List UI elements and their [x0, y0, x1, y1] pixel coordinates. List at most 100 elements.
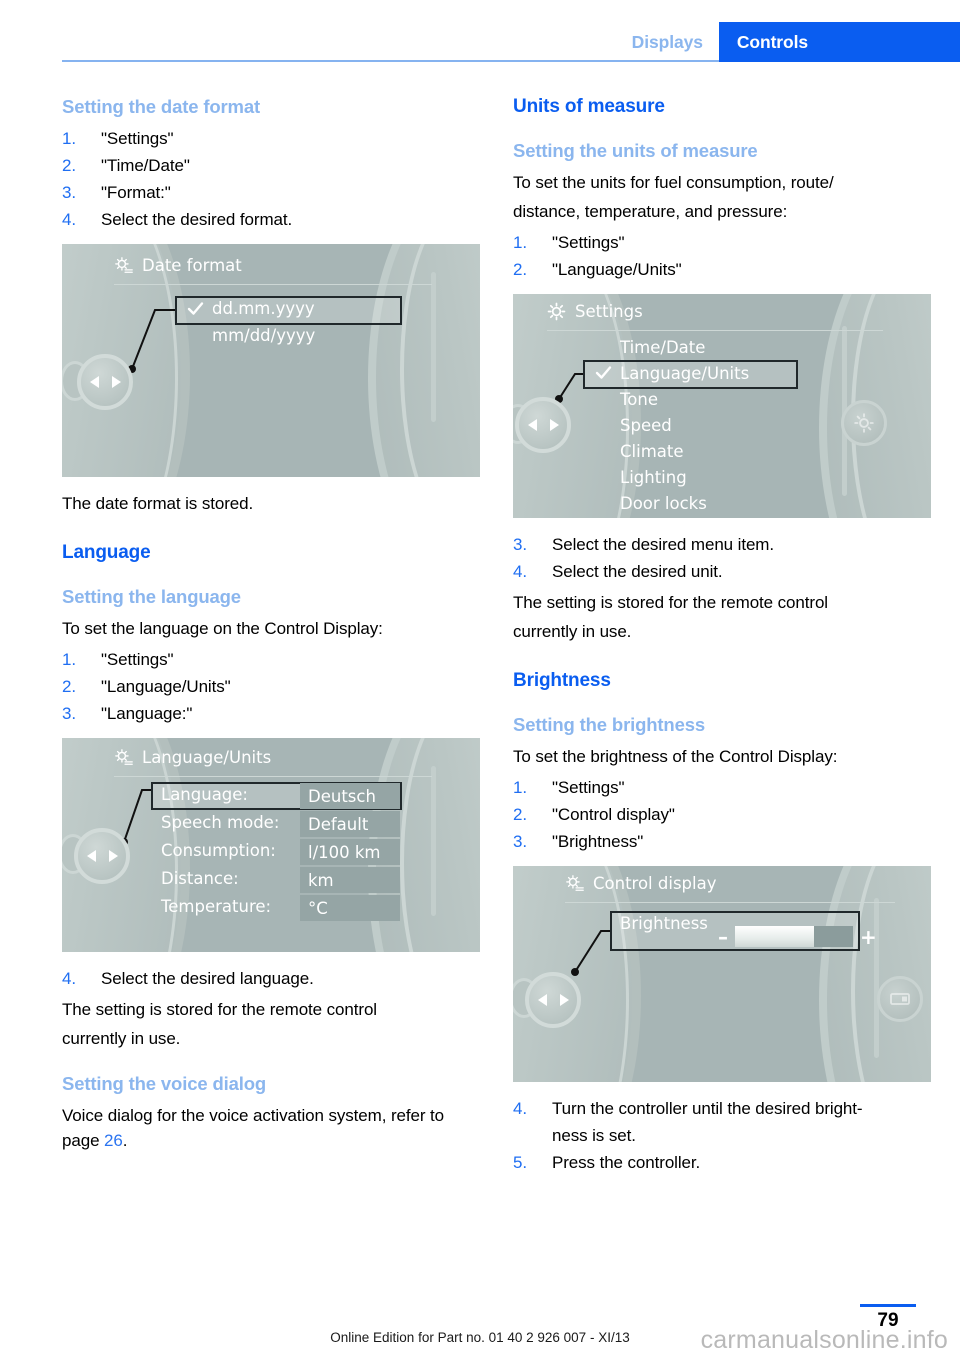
list-item: 2. "Language/Units" — [513, 257, 901, 282]
row-value-temperature[interactable]: °C — [300, 895, 400, 921]
step-number: 4. — [62, 210, 76, 229]
idrive-controller-knob[interactable] — [77, 354, 133, 410]
step-text: "Settings" — [101, 129, 174, 148]
steps-units-after: 3. Select the desired menu item. 4. Select… — [513, 532, 901, 584]
menu-item-time-date[interactable]: Time/Date — [620, 338, 705, 357]
step-text: "Settings" — [552, 778, 625, 797]
arrow-right-icon — [111, 376, 121, 388]
text-voice-dialog: Voice dialog for the voice activation sy… — [62, 1103, 450, 1153]
heading-language: Language — [62, 542, 151, 563]
list-item: 3. "Language:" — [62, 701, 450, 726]
step-number: 3. — [62, 704, 76, 723]
menu-item-lighting[interactable]: Lighting — [620, 468, 687, 487]
step-text: Select the desired unit. — [552, 562, 723, 581]
list-item: 3. Select the desired menu item. — [513, 532, 901, 557]
text-language-result-line1: The setting is stored for the remote con… — [62, 1000, 377, 1019]
text-units-intro-line2: distance, temperature, and pressure: — [513, 202, 788, 221]
step-number: 2. — [62, 677, 76, 696]
list-item: 4. Select the desired format. — [62, 207, 450, 232]
tab-displays[interactable]: Displays — [616, 22, 719, 62]
list-item: 5. Press the controller. — [513, 1150, 901, 1175]
list-item: 2. "Language/Units" — [62, 674, 450, 699]
list-item: 4. Select the desired language. — [62, 966, 450, 991]
heading-units-of-measure: Units of measure — [513, 96, 665, 117]
step-number: 1. — [62, 129, 76, 148]
idrive-controller-knob[interactable] — [525, 972, 581, 1028]
slider-plus-label[interactable]: + — [860, 927, 877, 947]
step-number: 3. — [513, 832, 527, 851]
slider-fill — [735, 926, 815, 947]
steps-units: 1. "Settings" 2. "Language/Units" — [513, 230, 901, 282]
row-label-consumption: Consumption: — [161, 841, 276, 860]
brightness-slider[interactable]: – + — [718, 926, 877, 947]
step-number: 2. — [513, 805, 527, 824]
row-value-language[interactable]: Deutsch — [300, 783, 400, 809]
display-button-right[interactable] — [877, 976, 923, 1022]
slider-track[interactable] — [735, 926, 853, 947]
idrive-controller-knob[interactable] — [74, 828, 130, 884]
heading-setting-voice-dialog: Setting the voice dialog — [62, 1073, 267, 1094]
menu-button-right[interactable] — [841, 400, 887, 446]
menu-gear-icon — [854, 413, 874, 433]
heading-setting-the-language: Setting the language — [62, 586, 241, 607]
list-item: 3. "Format:" — [62, 180, 450, 205]
check-icon — [187, 302, 204, 315]
menu-item-door-locks[interactable]: Door locks — [620, 494, 707, 513]
right-column: Units of measure Setting the units of me… — [513, 96, 931, 1181]
step-number: 4. — [513, 1099, 527, 1118]
menu-item-dd-mm-yyyy[interactable]: dd.mm.yyyy — [212, 299, 315, 318]
footer-accent-rule — [860, 1304, 916, 1307]
heading-setting-the-brightness: Setting the brightness — [513, 714, 705, 735]
chapter-tabs: Displays Controls — [616, 22, 960, 62]
step-text: Press the controller. — [552, 1153, 701, 1172]
step-number: 1. — [62, 650, 76, 669]
list-item-continuation: ness is set. — [513, 1123, 901, 1148]
arrow-right-icon — [108, 850, 118, 862]
heading-setting-date-format: Setting the date format — [62, 96, 261, 117]
step-number: 1. — [513, 778, 527, 797]
menu-item-tone[interactable]: Tone — [620, 390, 658, 409]
check-icon — [595, 366, 612, 379]
step-text: "Brightness" — [552, 832, 644, 851]
slider-minus-label[interactable]: – — [718, 927, 728, 947]
row-label-speech-mode: Speech mode: — [161, 813, 280, 832]
step-number: 5. — [513, 1153, 527, 1172]
row-value-speech-mode[interactable]: Default — [300, 811, 400, 837]
step-number: 3. — [62, 183, 76, 202]
steps-date-format: 1. "Settings" 2. "Time/Date" 3. "Format:" 4… — [62, 126, 450, 232]
step-number: 2. — [513, 260, 527, 279]
callout-leader-line — [571, 930, 611, 976]
list-item: 2. "Time/Date" — [62, 153, 450, 178]
menu-item-mm-dd-yyyy[interactable]: mm/dd/yyyy — [212, 326, 315, 345]
row-label-temperature: Temperature: — [161, 897, 272, 916]
idrive-screenshot-date-format: Date format dd.mm.yyyy mm/dd/yyyy — [62, 244, 480, 477]
arrow-right-icon — [549, 419, 559, 431]
left-column: Setting the date format 1. "Settings" 2. "… — [62, 96, 480, 1157]
row-label-distance: Distance: — [161, 869, 239, 888]
text-units-result-line1: The setting is stored for the remote con… — [513, 593, 828, 612]
text-units-intro-line1: To set the units for fuel consumption, r… — [513, 173, 834, 192]
idrive-screenshot-language-units: Language/Units Language: Deutsch Speech … — [62, 738, 480, 952]
page-reference-link[interactable]: 26 — [104, 1131, 123, 1150]
step-text: "Language/Units" — [101, 677, 231, 696]
page-header: Displays Controls — [0, 0, 960, 62]
list-item: 2. "Control display" — [513, 802, 901, 827]
list-item: 3. "Brightness" — [513, 829, 901, 854]
menu-item-language-units[interactable]: Language/Units — [620, 364, 749, 383]
step-text: Turn the controller until the desired br… — [552, 1099, 863, 1118]
row-label-brightness: Brightness — [620, 914, 708, 933]
step-number: 4. — [62, 969, 76, 988]
idrive-controller-knob[interactable] — [515, 397, 571, 453]
tab-controls[interactable]: Controls — [718, 22, 960, 62]
step-text: "Settings" — [101, 650, 174, 669]
arrow-left-icon — [527, 419, 537, 431]
row-value-consumption[interactable]: l/100 km — [300, 839, 400, 865]
steps-language-after: 4. Select the desired language. — [62, 966, 450, 991]
step-text: "Language/Units" — [552, 260, 682, 279]
menu-item-climate[interactable]: Climate — [620, 442, 684, 461]
step-text: "Control display" — [552, 805, 675, 824]
step-text: "Settings" — [552, 233, 625, 252]
menu-item-speed[interactable]: Speed — [620, 416, 672, 435]
row-value-distance[interactable]: km — [300, 867, 400, 893]
site-watermark: carmanualsonline.info — [700, 1326, 948, 1354]
